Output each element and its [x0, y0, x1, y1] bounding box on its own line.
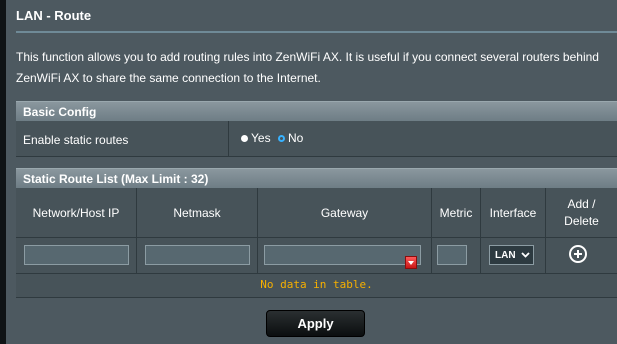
column-header-add-label: Add / [567, 197, 596, 211]
description-line-2: ZenWiFi AX to share the same connection … [16, 71, 321, 85]
route-table-header-row: Network/Host IP Netmask Gateway Metric I… [16, 188, 617, 238]
apply-button[interactable]: Apply [266, 310, 365, 337]
metric-input[interactable] [437, 245, 467, 265]
column-header-netmask: Netmask [137, 188, 258, 238]
static-route-list-header: Static Route List (Max Limit : 32) [16, 168, 617, 188]
radio-yes-label: Yes [251, 131, 271, 145]
interface-select[interactable]: LAN [489, 245, 534, 265]
page-description: This function allows you to add routing … [16, 47, 616, 89]
static-routes-yes-radio[interactable]: Yes [241, 131, 271, 145]
title-divider [16, 31, 617, 33]
enable-static-routes-row: Enable static routes Yes No [16, 121, 617, 157]
chevron-down-icon [520, 252, 530, 258]
netmask-cell [137, 238, 258, 274]
enable-static-routes-label: Enable static routes [23, 133, 129, 147]
column-header-interface: Interface [481, 188, 546, 238]
column-header-network-ip: Network/Host IP [16, 188, 137, 238]
gateway-cell [258, 238, 432, 274]
column-header-gateway: Gateway [258, 188, 432, 238]
row-divider [228, 121, 229, 157]
lan-route-panel: LAN - Route This function allows you to … [0, 0, 617, 344]
no-data-message: No data in table. [16, 274, 617, 298]
netmask-input[interactable] [145, 245, 250, 265]
column-header-add-delete: Add / Delete [546, 188, 617, 238]
network-ip-cell [16, 238, 137, 274]
gateway-input[interactable] [264, 245, 421, 269]
radio-unselected-icon [241, 134, 248, 142]
column-header-metric: Metric [432, 188, 481, 238]
static-routes-no-radio[interactable]: No [278, 131, 303, 145]
interface-cell: LAN [481, 238, 546, 274]
radio-selected-icon [278, 134, 285, 142]
radio-no-label: No [288, 131, 304, 145]
description-line-1: This function allows you to add routing … [16, 50, 599, 64]
route-input-row: LAN [16, 238, 617, 274]
network-ip-input[interactable] [24, 245, 129, 265]
column-header-delete-label: Delete [564, 214, 599, 228]
page-title: LAN - Route [16, 8, 92, 23]
add-circle-icon[interactable] [569, 245, 587, 263]
metric-cell [432, 238, 481, 274]
add-cell [546, 238, 617, 274]
left-edge-bar [0, 0, 6, 344]
gateway-dropdown-button[interactable] [405, 256, 417, 269]
interface-select-value: LAN [495, 249, 516, 261]
basic-config-header: Basic Config [16, 101, 617, 121]
